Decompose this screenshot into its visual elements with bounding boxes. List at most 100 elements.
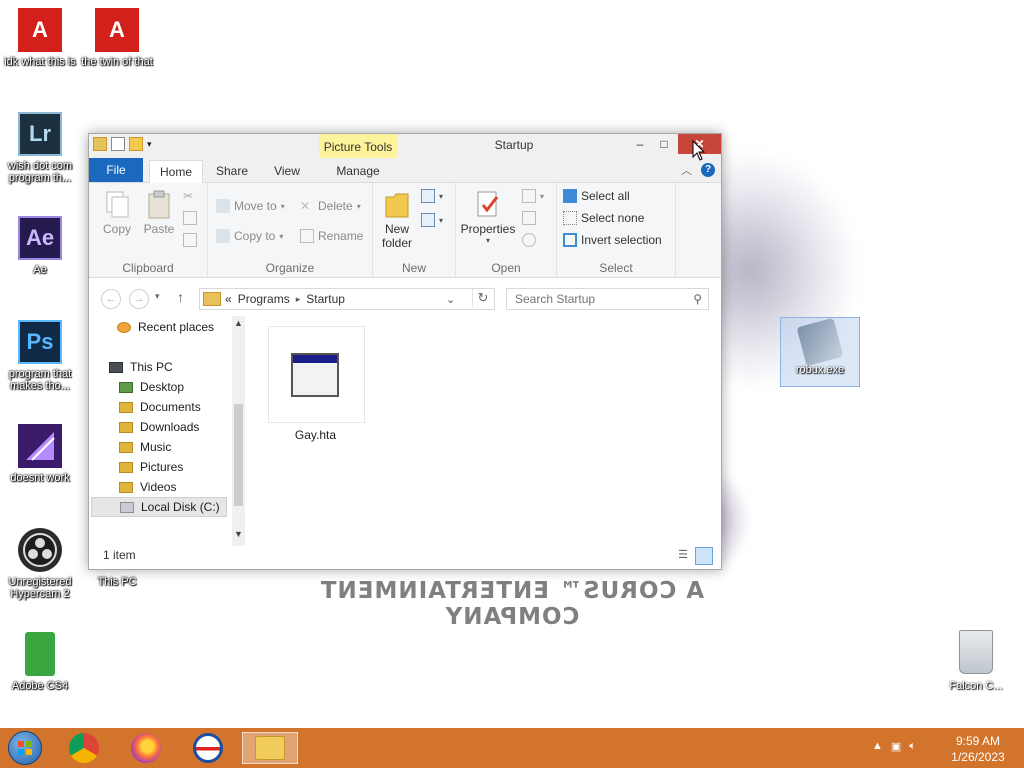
maximize-button[interactable]: □ (651, 134, 677, 154)
breadcrumb-prefix[interactable]: « (225, 292, 232, 306)
breadcrumb-programs[interactable]: Programs (238, 292, 290, 306)
file-item[interactable] (268, 326, 365, 423)
nav-item-music[interactable]: Music (119, 437, 171, 457)
taskbar-app[interactable] (180, 732, 236, 764)
select-none-button[interactable]: Select none (563, 211, 644, 225)
nav-scrollbar[interactable]: ▲ ▼ (232, 316, 245, 546)
history-button[interactable] (522, 233, 536, 247)
start-button[interactable] (8, 731, 42, 765)
new-folder-button[interactable]: New folder (377, 189, 417, 250)
nav-item-documents[interactable]: Documents (119, 397, 201, 417)
rename-icon (300, 229, 314, 243)
chevron-down-icon[interactable]: ▾ (147, 137, 155, 151)
copy-button[interactable]: Copy (99, 189, 135, 236)
desktop-icon-robux[interactable]: robux.exe (780, 317, 860, 387)
breadcrumb-startup[interactable]: Startup (306, 292, 345, 306)
adobe-reader-icon: A (18, 8, 62, 52)
recent-locations-dropdown[interactable]: ▾ (155, 291, 160, 302)
breadcrumb-separator[interactable]: ▸ (296, 294, 301, 305)
desktop-icon-wish[interactable]: Lr wish dot com program th... (0, 112, 80, 184)
desktop-icon-ae[interactable]: Ae Ae (0, 216, 80, 276)
nav-item-desktop[interactable]: Desktop (119, 377, 184, 397)
invert-selection-button[interactable]: Invert selection (563, 233, 662, 247)
refresh-button[interactable]: ↻ (472, 289, 493, 307)
ribbon-tabs: File Home Share View Manage ︿ ? (89, 158, 721, 183)
title-bar[interactable]: ▾ Picture Tools Startup – □ ✕ (89, 134, 721, 158)
desktop-icon-ps[interactable]: Ps program that makes tho... (0, 320, 80, 392)
taskbar-file-explorer[interactable] (242, 732, 298, 764)
rename-button[interactable]: Rename (300, 229, 363, 243)
ribbon-group-select: Select all Select none Invert selection … (557, 183, 676, 277)
scroll-up-arrow[interactable]: ▲ (232, 318, 245, 328)
recycle-bin-icon (959, 630, 993, 674)
videos-icon (119, 481, 133, 493)
properties-button[interactable]: Properties ▾ (460, 189, 516, 245)
nav-item-pictures[interactable]: Pictures (119, 457, 183, 477)
clock-date: 1/26/2023 (951, 750, 1005, 764)
tab-manage[interactable]: Manage (325, 160, 391, 182)
taskbar-chrome[interactable] (56, 732, 112, 764)
chevron-up-icon[interactable]: ︿ (681, 162, 692, 178)
paste-shortcut-button[interactable] (183, 233, 197, 247)
move-to-button[interactable]: Move to ▾ (216, 199, 285, 213)
nav-item-downloads[interactable]: Downloads (119, 417, 199, 437)
nav-item-local-disk[interactable]: Local Disk (C:) (91, 497, 227, 517)
new-folder-icon[interactable] (129, 137, 143, 151)
select-all-button[interactable]: Select all (563, 189, 630, 203)
help-icon[interactable]: ? (701, 163, 715, 177)
scroll-down-arrow[interactable]: ▼ (232, 529, 245, 539)
taskbar-firefox[interactable] (118, 732, 174, 764)
navigation-pane: Recent places This PC Desktop Documents … (89, 314, 247, 544)
ribbon-group-label: Open (491, 261, 521, 275)
back-button[interactable]: ← (101, 289, 121, 309)
address-bar[interactable]: « Programs ▸ Startup ⌄ (199, 288, 495, 310)
file-name[interactable]: Gay.hta (268, 428, 363, 442)
nav-item-label: Pictures (140, 460, 184, 474)
new-item-button[interactable]: ▾ (421, 189, 443, 203)
tab-view[interactable]: View (263, 160, 311, 182)
paste-button[interactable]: Paste (141, 189, 177, 236)
nav-item-this-pc[interactable]: This PC (109, 357, 173, 377)
desktop-icon-twin[interactable]: A the twin of that (77, 8, 157, 68)
clock[interactable]: 9:59 AM 1/26/2023 (938, 733, 1018, 765)
details-view-icon[interactable]: ☰ (675, 548, 691, 564)
edit-button[interactable] (522, 211, 536, 225)
desktop-icon-idk[interactable]: A idk what this is (0, 8, 80, 68)
cut-button[interactable]: ✂ (183, 189, 197, 203)
new-item-icon (421, 189, 435, 203)
tab-home[interactable]: Home (149, 160, 203, 183)
nav-item-label: Documents (140, 400, 201, 414)
nav-item-label: Downloads (140, 420, 200, 434)
desktop-icon-cs4[interactable]: Adobe CS4 (0, 632, 80, 692)
tab-share[interactable]: Share (207, 160, 257, 182)
tab-file[interactable]: File (89, 158, 143, 182)
ribbon-group-label: Organize (265, 261, 315, 275)
properties-icon[interactable] (111, 137, 125, 151)
properties-label: Properties (460, 222, 516, 236)
easy-access-button[interactable]: ▾ (421, 213, 443, 227)
large-icons-view-icon[interactable] (695, 547, 713, 565)
forward-button[interactable]: → (129, 289, 149, 309)
search-box[interactable]: ⚲ (506, 288, 709, 310)
up-button[interactable]: ↑ (177, 289, 184, 305)
nav-item-recent-places[interactable]: Recent places (117, 317, 214, 337)
desktop-icon-hypercam[interactable]: Unregistered Hypercam 2 (0, 528, 80, 600)
desktop-icon-doesnt-work[interactable]: doesnt work (0, 424, 80, 484)
taskbar: ▲ ▣ 🔈︎ 9:59 AM 1/26/2023 (0, 728, 1024, 768)
network-icon[interactable]: ▣ (891, 740, 901, 753)
open-button[interactable]: ▾ (522, 189, 544, 203)
nav-item-videos[interactable]: Videos (119, 477, 176, 497)
desktop-icon-recycle-bin[interactable]: Falcon C... (940, 630, 1012, 692)
show-hidden-icons-icon[interactable]: ▲ (872, 740, 883, 753)
desktop-icon-label: Ae (33, 264, 47, 276)
scroll-thumb[interactable] (234, 404, 243, 506)
desktop-icon-label: idk what this is (4, 56, 76, 68)
paste-shortcut-icon (183, 233, 197, 247)
address-dropdown-icon[interactable]: ⌄ (446, 293, 455, 306)
volume-icon[interactable]: 🔈︎ (909, 740, 916, 753)
search-input[interactable] (513, 291, 687, 307)
minimize-button[interactable]: – (627, 134, 653, 154)
copy-to-button[interactable]: Copy to ▾ (216, 229, 283, 243)
copy-path-button[interactable] (183, 211, 197, 225)
delete-button[interactable]: ✕ Delete ▾ (300, 199, 361, 213)
